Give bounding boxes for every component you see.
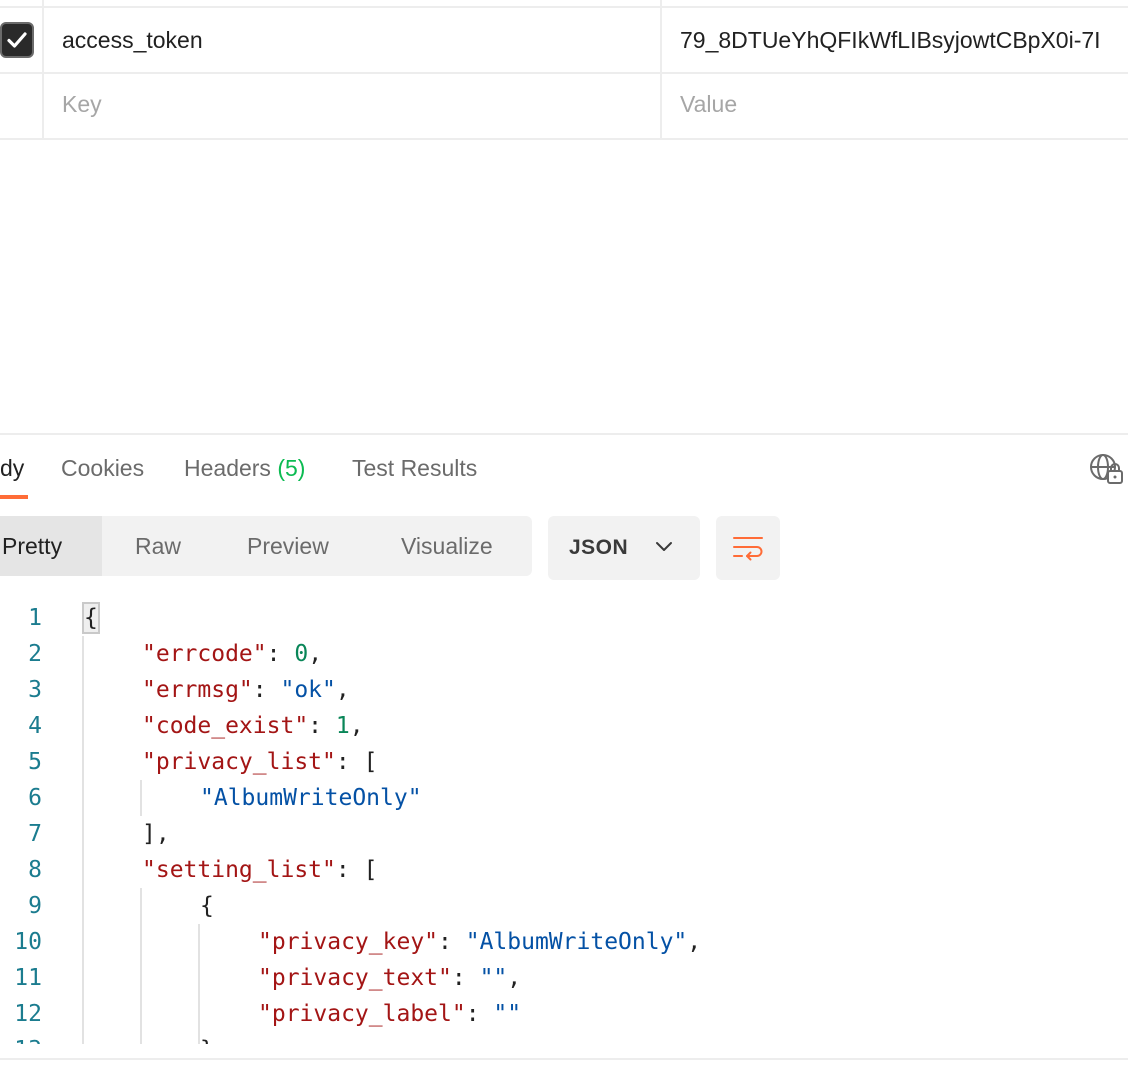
- format-select-value: JSON: [569, 536, 629, 559]
- code-line: "privacy_list": [: [142, 749, 378, 775]
- code-line: "code_exist": 1,: [142, 713, 364, 739]
- line-number: 13: [0, 1032, 42, 1044]
- line-number: 12: [14, 1001, 42, 1027]
- view-preview-button[interactable]: Preview: [247, 516, 329, 576]
- json-string: "": [493, 1001, 522, 1027]
- view-mode-segmented-control: Pretty Raw Preview Visualize: [0, 516, 532, 576]
- response-divider: [0, 433, 1128, 435]
- json-key: "code_exist": [142, 713, 309, 739]
- json-key: "privacy_list": [142, 749, 336, 775]
- globe-lock-icon: [1090, 454, 1123, 484]
- line-number: 3: [28, 677, 42, 703]
- param-enabled-checkbox[interactable]: [0, 22, 34, 58]
- view-raw-button[interactable]: Raw: [135, 516, 181, 576]
- param-key-input[interactable]: access_token: [62, 25, 203, 55]
- json-string: "AlbumWriteOnly": [200, 785, 422, 811]
- tab-test-results[interactable]: Test Results: [352, 453, 477, 483]
- json-key: "privacy_key": [258, 929, 439, 955]
- code-line: "privacy_text": "",: [258, 965, 522, 991]
- indent-guide: [140, 780, 142, 816]
- line-number: 10: [14, 929, 42, 955]
- response-body-editor[interactable]: 1 2 3 4 5 6 7 8 9 10 11 12 13 { "errcode…: [0, 600, 1128, 1044]
- format-select[interactable]: JSON: [548, 516, 700, 580]
- code-line: "AlbumWriteOnly": [200, 780, 422, 816]
- params-table: access_token 79_8DTUeYhQFIkWfLIBsyjowtCB…: [0, 0, 1128, 140]
- table-divider: [0, 138, 1128, 140]
- code-line: "privacy_label": "": [258, 1001, 522, 1027]
- line-number: 9: [28, 893, 42, 919]
- code-line: {: [200, 893, 214, 919]
- code-line: "errmsg": "ok",: [142, 677, 350, 703]
- code-line: "privacy_key": "AlbumWriteOnly",: [258, 929, 702, 955]
- line-number: 4: [28, 713, 42, 739]
- indent-guide: [198, 924, 200, 1044]
- chevron-down-icon: [656, 542, 672, 551]
- tab-headers-label: Headers: [184, 455, 278, 481]
- tab-body[interactable]: dy: [0, 453, 24, 483]
- indent-guide: [82, 636, 84, 1044]
- tab-cookies[interactable]: Cookies: [61, 453, 144, 483]
- indent-guide: [140, 888, 142, 1044]
- json-key: "errmsg": [142, 677, 253, 703]
- view-pretty-button[interactable]: Pretty: [0, 516, 102, 576]
- new-value-input[interactable]: Value: [680, 89, 737, 119]
- code-line: "errcode": 0,: [142, 641, 323, 667]
- word-wrap-button[interactable]: [716, 516, 780, 580]
- line-number: 6: [28, 785, 42, 811]
- pane-bottom-border: [0, 1058, 1128, 1060]
- new-key-input[interactable]: Key: [62, 89, 102, 119]
- tab-headers[interactable]: Headers (5): [184, 453, 305, 483]
- json-string: "": [479, 965, 508, 991]
- code-line: }: [200, 1032, 214, 1044]
- json-number: 1: [335, 713, 350, 739]
- word-wrap-icon: [733, 537, 763, 561]
- matched-brace: {: [82, 602, 100, 634]
- json-string: "AlbumWriteOnly": [465, 929, 688, 955]
- code-line: {: [82, 600, 100, 636]
- headers-count-badge: (5): [277, 455, 306, 481]
- active-tab-indicator: [0, 495, 28, 499]
- param-value-input[interactable]: 79_8DTUeYhQFIkWfLIBsyjowtCBpX0i-7I: [680, 25, 1101, 55]
- json-key: "privacy_label": [258, 1001, 466, 1027]
- view-visualize-button[interactable]: Visualize: [401, 516, 493, 576]
- line-number: 2: [28, 641, 42, 667]
- json-number: 0: [294, 641, 309, 667]
- line-number: 11: [14, 965, 42, 991]
- table-row: access_token 79_8DTUeYhQFIkWfLIBsyjowtCB…: [0, 8, 1128, 72]
- code-line: "setting_list": [: [142, 857, 378, 883]
- json-string: "ok": [280, 677, 336, 703]
- table-row: Key Value: [0, 74, 1128, 138]
- check-icon: [7, 32, 27, 48]
- line-number: 7: [28, 821, 42, 847]
- network-info-button[interactable]: [1088, 452, 1124, 486]
- line-number: 5: [28, 749, 42, 775]
- json-key: "setting_list": [142, 857, 336, 883]
- line-number: 8: [28, 857, 42, 883]
- line-number: 1: [28, 605, 42, 631]
- code-line: ],: [142, 821, 170, 847]
- json-key: "privacy_text": [258, 965, 452, 991]
- json-key: "errcode": [142, 641, 267, 667]
